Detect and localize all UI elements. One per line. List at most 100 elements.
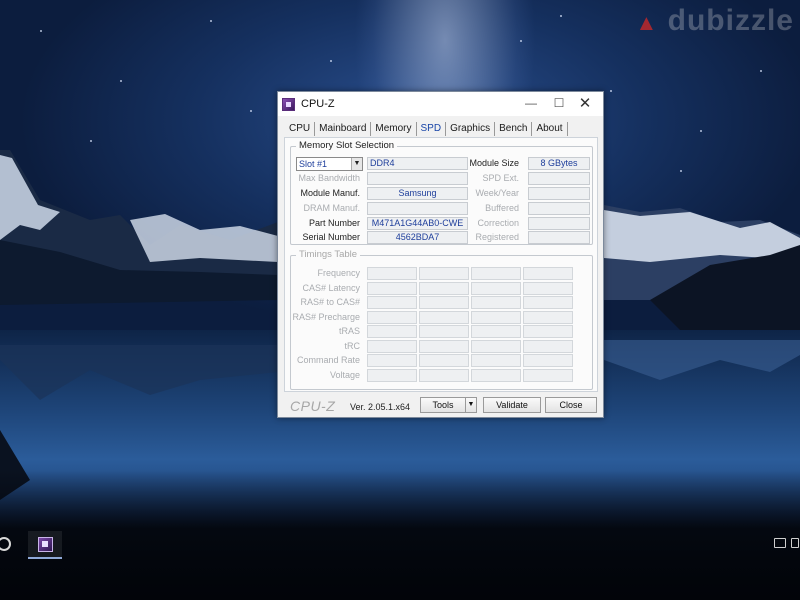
close-button[interactable]: Close bbox=[545, 397, 597, 413]
timing-row-label: tRC bbox=[344, 340, 361, 351]
tools-button[interactable]: Tools bbox=[420, 397, 466, 413]
registered-field bbox=[528, 231, 590, 244]
chevron-down-icon[interactable]: ▼ bbox=[351, 158, 362, 170]
correction-field bbox=[528, 217, 590, 230]
dram-manuf-field bbox=[367, 202, 468, 215]
timing-cell bbox=[367, 339, 417, 353]
timing-cell bbox=[419, 354, 469, 367]
module-manuf-field: Samsung bbox=[367, 187, 468, 200]
timing-row-label: Frequency bbox=[317, 268, 360, 278]
timing-cell bbox=[523, 368, 573, 382]
buffered-field bbox=[528, 202, 590, 215]
max-bandwidth-label: Max Bandwidth bbox=[298, 173, 360, 183]
flame-logo-icon: ▲ bbox=[635, 10, 659, 35]
timing-cell bbox=[367, 368, 417, 382]
timing-row-label: CAS# Latency bbox=[302, 282, 360, 293]
week-year-label: Week/Year bbox=[475, 188, 519, 198]
taskbar bbox=[0, 528, 800, 562]
timing-cell bbox=[523, 339, 573, 353]
timing-row-label: Voltage bbox=[329, 369, 360, 380]
maximize-button[interactable]: ☐ bbox=[545, 92, 573, 114]
timing-cell bbox=[523, 354, 573, 367]
timing-cell bbox=[471, 339, 521, 353]
cpuz-taskbar-icon bbox=[37, 536, 53, 552]
timing-row-label: RAS# Precharge bbox=[292, 311, 360, 322]
max-bandwidth-field bbox=[367, 172, 468, 185]
memory-type-field: DDR4 bbox=[367, 157, 468, 170]
watermark-text: dubizzle bbox=[667, 4, 794, 37]
minimize-button[interactable]: — bbox=[517, 92, 545, 114]
part-number-field: M471A1G44AB0-CWE bbox=[367, 217, 468, 230]
timing-cell bbox=[367, 325, 417, 338]
part-number-label: Part Number bbox=[308, 218, 360, 228]
tray-display-icon[interactable] bbox=[774, 538, 786, 548]
timing-cell bbox=[367, 310, 417, 324]
timing-cell bbox=[471, 310, 521, 324]
bottom-bar: CPU-Z Ver. 2.05.1.x64 Tools ▼ Validate C… bbox=[284, 396, 598, 416]
cpuz-window: CPU-Z — ☐ ✕ CPU Mainboard Memory SPD Gra… bbox=[277, 91, 604, 418]
timing-cell bbox=[471, 267, 521, 280]
window-title: CPU-Z bbox=[301, 98, 335, 110]
version-label: Ver. 2.05.1.x64 bbox=[350, 402, 411, 412]
timing-cell bbox=[471, 325, 521, 338]
tray-overflow-icon[interactable] bbox=[791, 538, 799, 548]
tools-dropdown-arrow[interactable]: ▼ bbox=[465, 397, 477, 413]
timing-cell bbox=[419, 310, 469, 324]
timing-cell bbox=[471, 354, 521, 367]
close-window-button[interactable]: ✕ bbox=[571, 92, 599, 114]
tab-memory[interactable]: Memory bbox=[371, 122, 417, 136]
timing-cell bbox=[367, 354, 417, 367]
tab-graphics[interactable]: Graphics bbox=[446, 122, 496, 136]
cpuz-app-icon bbox=[282, 97, 295, 111]
module-size-field: 8 GBytes bbox=[528, 157, 590, 170]
cpuz-brand-logo: CPU-Z bbox=[290, 398, 336, 414]
taskbar-cpuz-button[interactable] bbox=[28, 531, 62, 559]
serial-number-label: Serial Number bbox=[302, 232, 360, 242]
timing-cell bbox=[419, 368, 469, 382]
module-size-label: Module Size bbox=[469, 158, 519, 168]
timing-cell bbox=[471, 281, 521, 295]
slot-select-value: Slot #1 bbox=[299, 159, 328, 169]
module-manuf-label: Module Manuf. bbox=[300, 188, 360, 198]
tab-about[interactable]: About bbox=[532, 122, 568, 136]
timing-cell bbox=[471, 368, 521, 382]
spd-panel: Memory Slot Selection Slot #1 ▼ DDR4 Max… bbox=[284, 137, 598, 392]
timing-row-label: RAS# to CAS# bbox=[300, 297, 360, 307]
search-icon[interactable] bbox=[0, 537, 11, 551]
timing-cell bbox=[367, 281, 417, 295]
title-bar[interactable]: CPU-Z — ☐ ✕ bbox=[278, 92, 603, 116]
tab-cpu[interactable]: CPU bbox=[285, 122, 316, 136]
validate-button[interactable]: Validate bbox=[483, 397, 541, 413]
timing-cell bbox=[419, 296, 469, 309]
timing-cell bbox=[523, 296, 573, 309]
timing-cell bbox=[523, 281, 573, 295]
tab-bench[interactable]: Bench bbox=[495, 122, 533, 136]
timing-cell bbox=[367, 267, 417, 280]
timing-cell bbox=[523, 325, 573, 338]
buffered-label: Buffered bbox=[485, 203, 519, 213]
memory-slot-selection-group: Memory Slot Selection Slot #1 ▼ DDR4 Max… bbox=[290, 140, 593, 245]
correction-label: Correction bbox=[477, 218, 519, 228]
registered-label: Registered bbox=[475, 232, 519, 242]
timing-cell bbox=[419, 281, 469, 295]
spd-ext-label: SPD Ext. bbox=[482, 173, 519, 183]
timing-cell bbox=[419, 325, 469, 338]
timing-cell bbox=[367, 296, 417, 309]
timing-cell bbox=[419, 267, 469, 280]
timings-table-title: Timings Table bbox=[296, 249, 361, 260]
dubizzle-watermark: ▲ dubizzle bbox=[636, 4, 794, 38]
timing-cell bbox=[523, 310, 573, 324]
timing-cell bbox=[471, 296, 521, 309]
week-year-field bbox=[528, 187, 590, 200]
memory-slot-selection-title: Memory Slot Selection bbox=[296, 140, 398, 151]
tab-spd[interactable]: SPD bbox=[417, 122, 447, 136]
timings-table-group: Timings Table Frequency CAS# Latency RAS# … bbox=[290, 249, 593, 390]
slot-select[interactable]: Slot #1 ▼ bbox=[296, 157, 363, 171]
dram-manuf-label: DRAM Manuf. bbox=[303, 203, 360, 213]
timing-cell bbox=[523, 267, 573, 280]
tab-mainboard[interactable]: Mainboard bbox=[315, 122, 372, 136]
timing-row-label: Command Rate bbox=[296, 355, 360, 365]
spd-ext-field bbox=[528, 172, 590, 185]
serial-number-field: 4562BDA7 bbox=[367, 231, 468, 244]
tab-bar: CPU Mainboard Memory SPD Graphics Bench … bbox=[285, 120, 568, 136]
